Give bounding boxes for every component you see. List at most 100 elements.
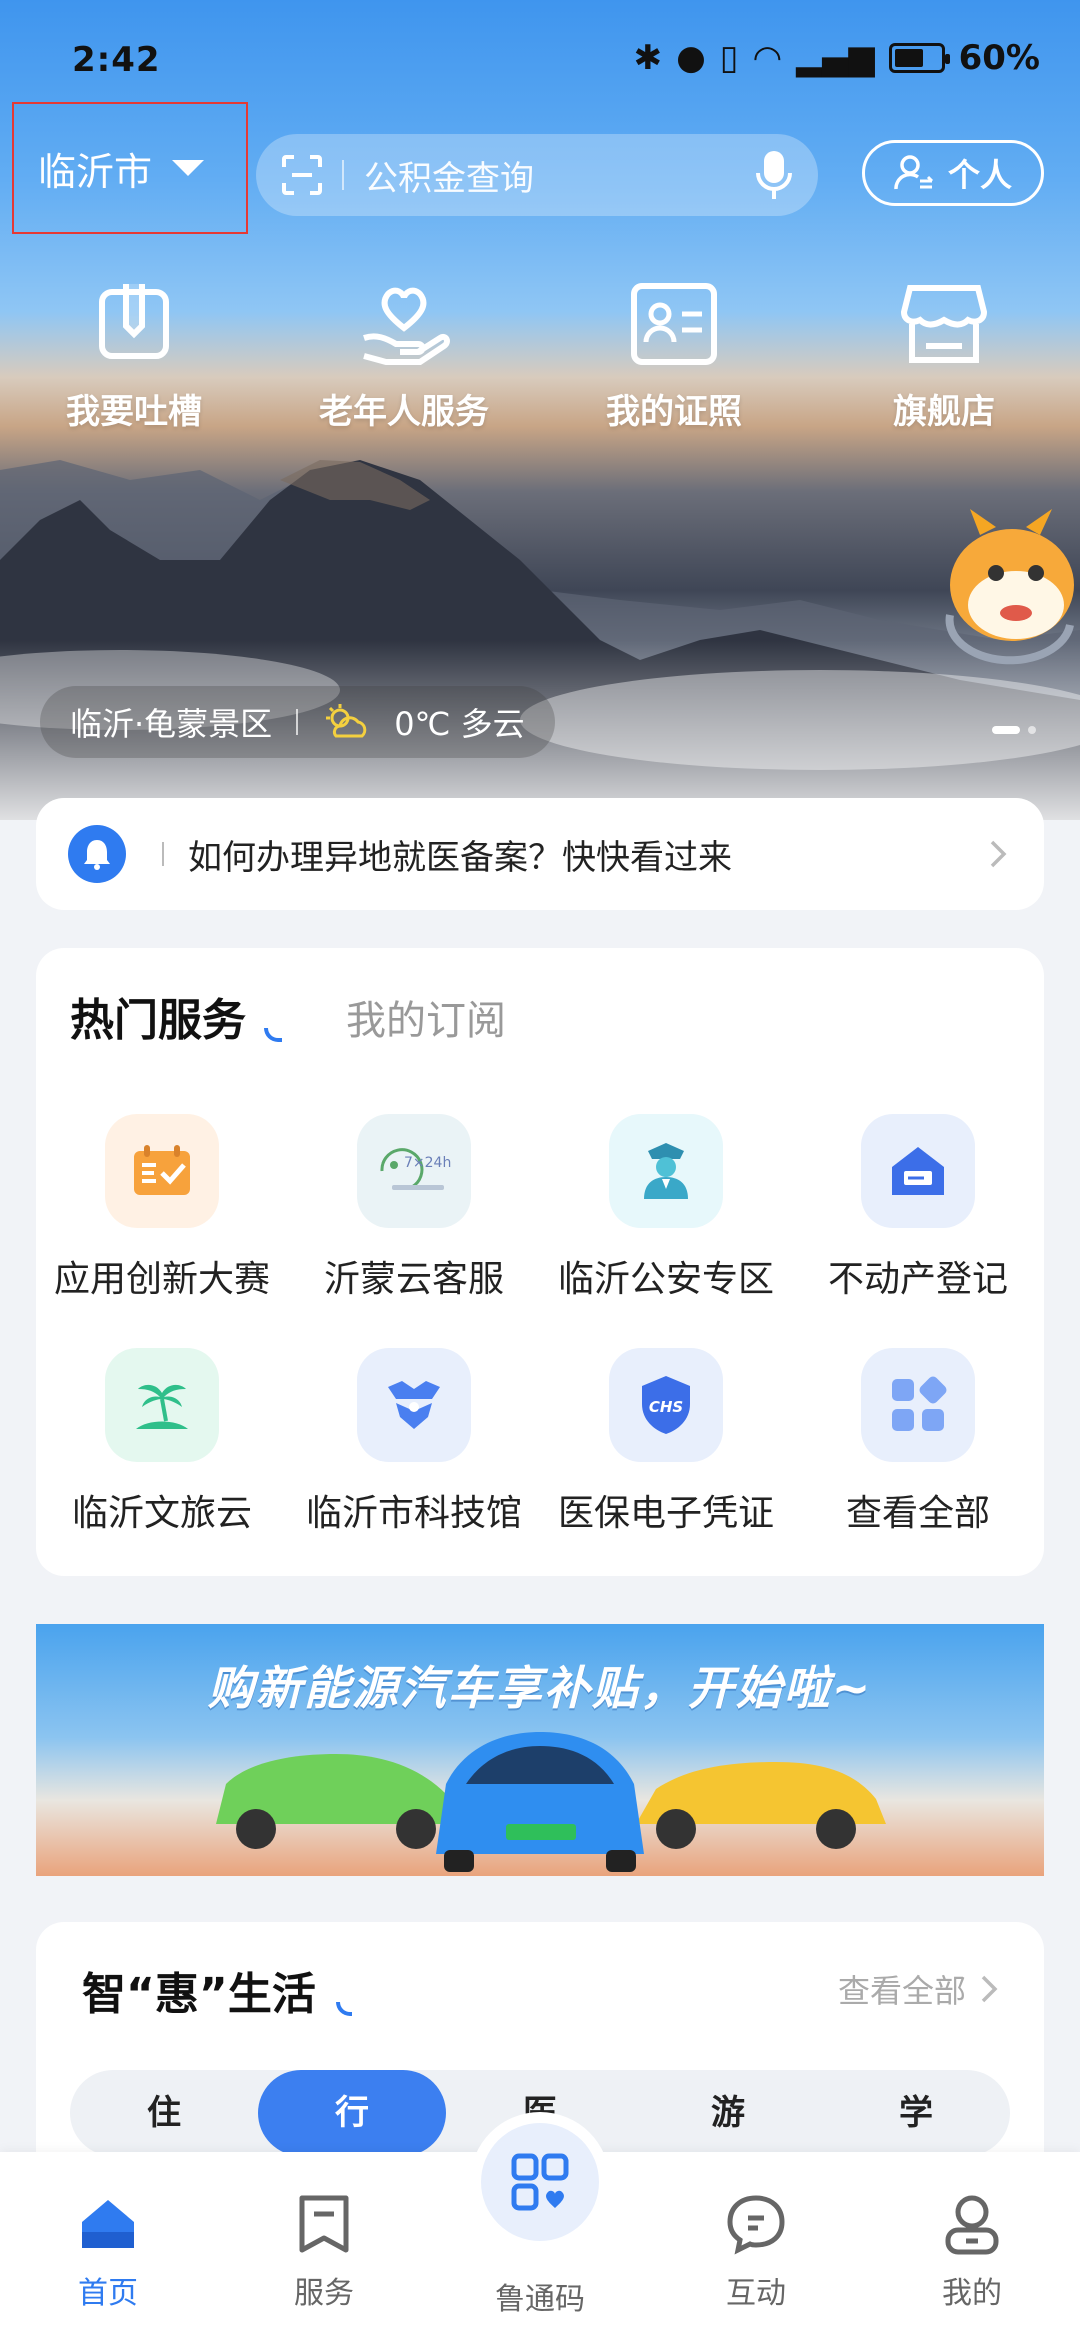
svg-text:CHS: CHS <box>649 1398 683 1416</box>
nav-services[interactable]: 服务 <box>244 2192 404 2312</box>
service-real-estate[interactable]: 不动产登记 <box>792 1114 1044 1302</box>
service-customer-service[interactable]: 7×24h 沂蒙云客服 <box>288 1114 540 1302</box>
service-medical-insurance[interactable]: CHS 医保电子凭证 <box>540 1348 792 1536</box>
search-divider <box>342 160 344 190</box>
search-input[interactable]: 公积金查询 <box>364 151 754 200</box>
yellow-car <box>636 1762 886 1849</box>
microphone-icon[interactable] <box>754 149 794 201</box>
personal-label: 个人 <box>947 156 1012 194</box>
service-science-museum[interactable]: 临沂市科技馆 <box>288 1348 540 1536</box>
palm-tree-icon <box>105 1348 219 1462</box>
city-label: 临沂市 <box>38 149 153 194</box>
service-app-contest[interactable]: 应用创新大赛 <box>36 1114 288 1302</box>
service-culture-tourism[interactable]: 临沂文旅云 <box>36 1348 288 1536</box>
nav-label: 互动 <box>726 2276 786 2311</box>
vibrate-icon: ▯ <box>719 38 739 78</box>
personal-mode-button[interactable]: 个人 <box>862 140 1044 206</box>
view-all-label: 查看全部 <box>837 1972 966 2010</box>
nav-mine[interactable]: 我的 <box>892 2192 1052 2312</box>
tab-transport[interactable]: 行 <box>258 2070 446 2156</box>
service-label: 不动产登记 <box>827 1259 1008 1300</box>
quick-action-feedback[interactable]: 我要吐槽 <box>24 276 244 433</box>
chat-icon <box>727 2195 785 2255</box>
quick-action-label: 我要吐槽 <box>66 392 202 432</box>
promo-banner[interactable]: 购新能源汽车享补贴，开始啦~ <box>36 1624 1044 1876</box>
tab-travel[interactable]: 游 <box>634 2070 822 2156</box>
nav-interaction[interactable]: 互动 <box>676 2192 836 2312</box>
status-icons: ✱ ● ▯ ◠ ▂▄▆ 60% <box>634 38 1040 78</box>
carousel-dot <box>1028 726 1036 734</box>
nav-label: 服务 <box>294 2276 354 2311</box>
nav-lutong-code[interactable] <box>470 2112 610 2252</box>
location-icon: ● <box>676 38 706 78</box>
qr-code-icon <box>481 2123 599 2241</box>
tab-housing[interactable]: 住 <box>70 2070 258 2156</box>
blue-car <box>436 1732 644 1872</box>
hot-services-card: 热门服务 我的订阅 应用创新大赛 7×24h 沂蒙云客服 临沂公安专区 不动产登… <box>36 948 1044 1576</box>
mascot-assistant[interactable] <box>940 505 1080 665</box>
scan-icon[interactable] <box>280 153 324 197</box>
battery-icon <box>888 43 950 73</box>
notice-divider <box>162 842 164 866</box>
heart-hand-icon <box>363 287 450 365</box>
notice-bar[interactable]: 如何办理异地就医备案？快快看过来 <box>36 798 1044 910</box>
bell-icon <box>68 825 126 883</box>
view-all-link[interactable]: 查看全部 <box>838 1966 998 2012</box>
tab-hot-services[interactable]: 热门服务 <box>70 984 246 1048</box>
city-selector[interactable]: 临沂市 <box>12 102 248 234</box>
grid-apps-icon <box>861 1348 975 1462</box>
status-time: 2:42 <box>72 40 161 80</box>
carousel-dot-active <box>992 726 1020 734</box>
carousel-indicator <box>992 726 1036 734</box>
home-icon <box>82 2200 134 2248</box>
quick-action-label: 老年人服务 <box>319 392 489 432</box>
store-icon <box>900 285 988 363</box>
feedback-icon <box>99 284 169 359</box>
wifi-icon: ◠ <box>752 38 783 78</box>
person-switch-icon <box>894 155 934 190</box>
nav-label: 首页 <box>78 2276 138 2311</box>
scenic-location-weather[interactable]: 临沂·龟蒙景区 0℃ 多云 <box>40 686 555 758</box>
green-car <box>216 1754 466 1849</box>
house-icon <box>861 1114 975 1228</box>
svg-text:7×24h: 7×24h <box>404 1155 451 1171</box>
hero-banner: 2:42 ✱ ● ▯ ◠ ▂▄▆ 60% 临沂市 公积金查询 个人 我要吐槽 老… <box>0 0 1080 820</box>
service-label: 应用创新大赛 <box>53 1259 270 1300</box>
tab-my-subscriptions[interactable]: 我的订阅 <box>346 988 506 1046</box>
id-card-icon <box>631 283 717 365</box>
section-title: 智“惠”生活 <box>82 1969 316 2020</box>
scenic-location: 临沂·龟蒙景区 <box>70 705 273 743</box>
title-accent <box>336 2002 352 2016</box>
bottom-nav: 首页 服务 鲁通码 互动 我的 <box>0 2112 1080 2340</box>
quick-action-elderly[interactable]: 老年人服务 <box>294 276 514 433</box>
cloudy-sun-icon <box>326 704 367 738</box>
nav-home[interactable]: 首页 <box>28 2192 188 2312</box>
service-label: 沂蒙云客服 <box>323 1259 504 1300</box>
bluetooth-icon: ✱ <box>633 38 663 78</box>
service-label: 医保电子凭证 <box>557 1493 774 1534</box>
user-icon <box>945 2195 999 2255</box>
search-bar[interactable]: 公积金查询 <box>256 134 818 216</box>
bookmark-icon <box>299 2195 349 2253</box>
cars-illustration <box>216 1732 886 1872</box>
service-label: 临沂文旅云 <box>71 1493 252 1534</box>
quick-action-label: 我的证照 <box>606 392 742 432</box>
tab-active-indicator <box>264 1028 282 1042</box>
divider <box>296 709 299 735</box>
nav-label: 鲁通码 <box>495 2282 585 2317</box>
nav-label: 我的 <box>942 2276 1002 2311</box>
weather-text: 0℃ 多云 <box>394 705 525 743</box>
tab-education[interactable]: 学 <box>822 2070 1010 2156</box>
science-museum-icon <box>357 1348 471 1462</box>
chevron-right-icon <box>981 1975 998 2003</box>
service-view-all[interactable]: 查看全部 <box>792 1348 1044 1536</box>
service-label: 查看全部 <box>845 1493 990 1534</box>
quick-action-label: 旗舰店 <box>893 392 995 432</box>
quick-action-licenses[interactable]: 我的证照 <box>564 276 784 433</box>
quick-action-store[interactable]: 旗舰店 <box>834 276 1054 433</box>
service-police[interactable]: 临沂公安专区 <box>540 1114 792 1302</box>
chevron-down-icon <box>172 160 205 176</box>
signal-icon: ▂▄▆ <box>796 38 875 78</box>
customer-service-icon: 7×24h <box>357 1114 471 1228</box>
contest-icon <box>105 1114 219 1228</box>
